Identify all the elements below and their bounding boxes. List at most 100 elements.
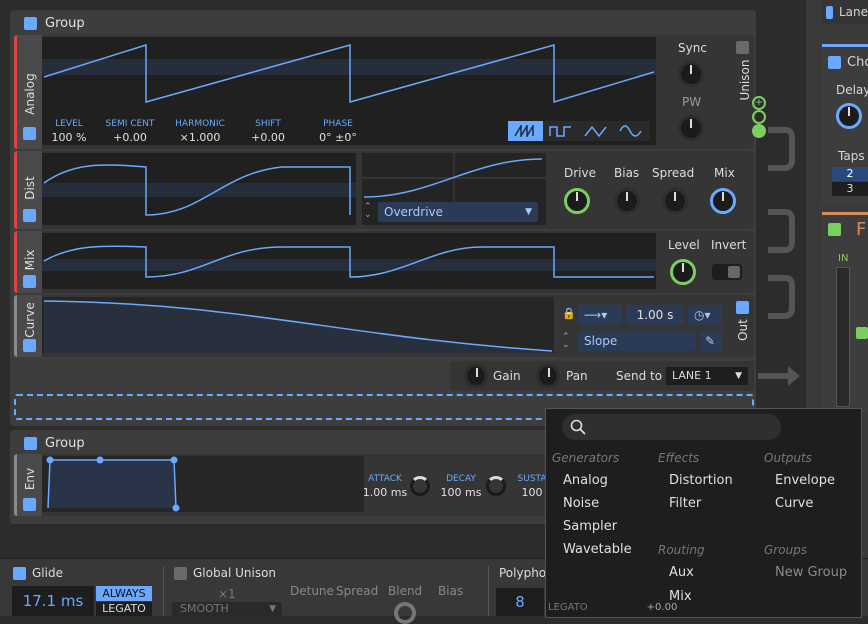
- menu-item-distortion[interactable]: Distortion: [669, 473, 733, 488]
- menu-item-sampler[interactable]: Sampler: [563, 519, 617, 534]
- extra-value-field: +0.00: [622, 602, 702, 616]
- bias-label: Bias: [614, 166, 640, 180]
- decay-label: DECAY: [446, 474, 476, 484]
- dist-type-dropdown[interactable]: Overdrive ▼: [378, 202, 538, 222]
- menu-category-routing: Routing: [658, 543, 705, 557]
- sine-wave-icon[interactable]: [613, 121, 648, 141]
- out-label: Out: [736, 319, 750, 341]
- mix-tab[interactable]: Mix: [14, 231, 42, 293]
- curve-module: Curve 🔒 ⟶▾ 1.00 s ◷▾ ⌃ ⌄ Slope ✎ Out: [14, 295, 754, 357]
- env-tab-label: Env: [23, 467, 37, 491]
- dist-tab[interactable]: Dist: [14, 151, 42, 229]
- menu-item-filter[interactable]: Filter: [669, 496, 701, 511]
- chorus-toggle[interactable]: [828, 56, 841, 69]
- glide-mode-legato[interactable]: LEGATO: [96, 602, 152, 616]
- unison-multiplier[interactable]: ×1: [218, 587, 236, 601]
- decay-curve-knob[interactable]: [486, 476, 506, 496]
- attack-value[interactable]: 1.00 ms: [356, 486, 414, 499]
- invert-toggle[interactable]: [712, 264, 742, 280]
- glide-value-field[interactable]: 17.1 ms: [12, 586, 94, 616]
- menu-item-noise[interactable]: Noise: [563, 496, 599, 511]
- bias-label-bottom: Bias: [438, 584, 464, 598]
- send-to-dropdown[interactable]: LANE 1 ▼: [666, 367, 748, 385]
- menu-item-wavetable[interactable]: Wavetable: [563, 542, 632, 557]
- global-unison-toggle[interactable]: [174, 567, 187, 580]
- env-tab[interactable]: Env: [14, 454, 42, 516]
- lock-icon[interactable]: 🔒: [562, 307, 576, 320]
- curve-toggle[interactable]: [23, 339, 36, 352]
- analog-module: Analog LEVEL 100 % SEMI CENT +0.00 HARMO…: [14, 35, 754, 149]
- chevron-down-icon: ▼: [525, 207, 532, 217]
- menu-item-new-group[interactable]: New Group: [775, 565, 847, 580]
- phase-label: PHASE: [323, 119, 353, 129]
- dist-toggle[interactable]: [23, 209, 36, 222]
- unison-mode-value: SMOOTH: [180, 602, 229, 615]
- analog-tab[interactable]: Analog: [14, 35, 42, 149]
- curve-time-field[interactable]: 1.00 s: [626, 305, 684, 325]
- decay-value[interactable]: 100 ms: [434, 486, 488, 499]
- lane-header: Lane: [822, 0, 868, 24]
- add-modulator-icon[interactable]: +: [752, 96, 766, 110]
- square-wave-icon[interactable]: [543, 121, 578, 141]
- curve-tab-label: Curve: [23, 302, 37, 338]
- group-toggle-2[interactable]: [24, 436, 37, 450]
- menu-item-aux[interactable]: Aux: [669, 565, 694, 580]
- analog-toggle[interactable]: [23, 127, 36, 140]
- saw-wave-icon[interactable]: [508, 121, 543, 141]
- menu-item-envelope[interactable]: Envelope: [775, 473, 835, 488]
- env-display: [42, 456, 364, 512]
- analog-tab-label: Analog: [23, 73, 37, 115]
- level-knob[interactable]: [670, 259, 696, 285]
- sync-knob[interactable]: [678, 61, 704, 87]
- semi-cent-value[interactable]: +0.00: [100, 131, 160, 144]
- pw-knob[interactable]: [678, 115, 704, 141]
- curve-clock-dropdown[interactable]: ◷▾: [688, 305, 722, 325]
- dist-type-stepper[interactable]: ⌃ ⌄: [364, 203, 372, 220]
- glide-toggle[interactable]: [13, 567, 26, 580]
- spread-knob[interactable]: [662, 188, 688, 214]
- mix-toggle[interactable]: [23, 275, 36, 288]
- curve-shape-dropdown[interactable]: Slope: [578, 331, 696, 351]
- dist-waveform: [42, 153, 356, 225]
- group-toggle-1[interactable]: [24, 16, 37, 30]
- search-icon: [570, 419, 586, 435]
- mix-module: Mix Level Invert: [14, 231, 754, 293]
- blend-label: Blend: [388, 584, 423, 598]
- pan-label: Pan: [566, 369, 588, 383]
- delay-knob[interactable]: [836, 103, 862, 129]
- curve-direction-dropdown[interactable]: ⟶▾: [578, 305, 622, 325]
- unison-toggle[interactable]: [736, 41, 749, 54]
- fx-toggle[interactable]: [828, 223, 841, 236]
- lock-icon[interactable]: [856, 327, 868, 339]
- triangle-wave-icon[interactable]: [578, 121, 613, 141]
- glide-mode-always[interactable]: ALWAYS: [96, 586, 152, 601]
- taps-option-2[interactable]: 2: [832, 167, 868, 181]
- menu-item-analog[interactable]: Analog: [563, 473, 608, 488]
- curve-shape-stepper[interactable]: ⌃ ⌄: [562, 333, 570, 350]
- attack-curve-knob[interactable]: [410, 476, 430, 496]
- lane-toggle[interactable]: [826, 5, 833, 19]
- blend-knob[interactable]: [394, 602, 416, 624]
- menu-search-input[interactable]: [562, 414, 781, 440]
- harmonic-label: HARMONIC: [175, 119, 225, 129]
- drive-knob[interactable]: [564, 188, 590, 214]
- pencil-icon[interactable]: ✎: [700, 331, 722, 351]
- mix-knob[interactable]: [710, 188, 736, 214]
- polyphony-value-field[interactable]: 8: [496, 588, 544, 616]
- unison-mode-dropdown[interactable]: SMOOTH ▼: [172, 602, 282, 616]
- env-module: Env ATTACK 1.00 ms DECAY 100 ms SUSTA 10…: [14, 454, 550, 516]
- legato-badge: LEGATO: [548, 602, 588, 613]
- taps-option-3[interactable]: 3: [832, 182, 868, 196]
- env-toggle[interactable]: [23, 498, 36, 511]
- pan-knob[interactable]: [536, 364, 560, 388]
- shift-value[interactable]: +0.00: [238, 131, 298, 144]
- level-value[interactable]: 100 %: [44, 131, 94, 144]
- glide-section: Glide 17.1 ms ALWAYS LEGATO: [4, 562, 160, 616]
- phase-value[interactable]: 0° ±0°: [308, 131, 368, 144]
- harmonic-value[interactable]: ×1.000: [168, 131, 232, 144]
- curve-tab[interactable]: Curve: [14, 295, 42, 357]
- bias-knob[interactable]: [614, 188, 640, 214]
- section-divider: [163, 566, 164, 616]
- gain-knob[interactable]: [464, 364, 488, 388]
- menu-item-curve[interactable]: Curve: [775, 496, 813, 511]
